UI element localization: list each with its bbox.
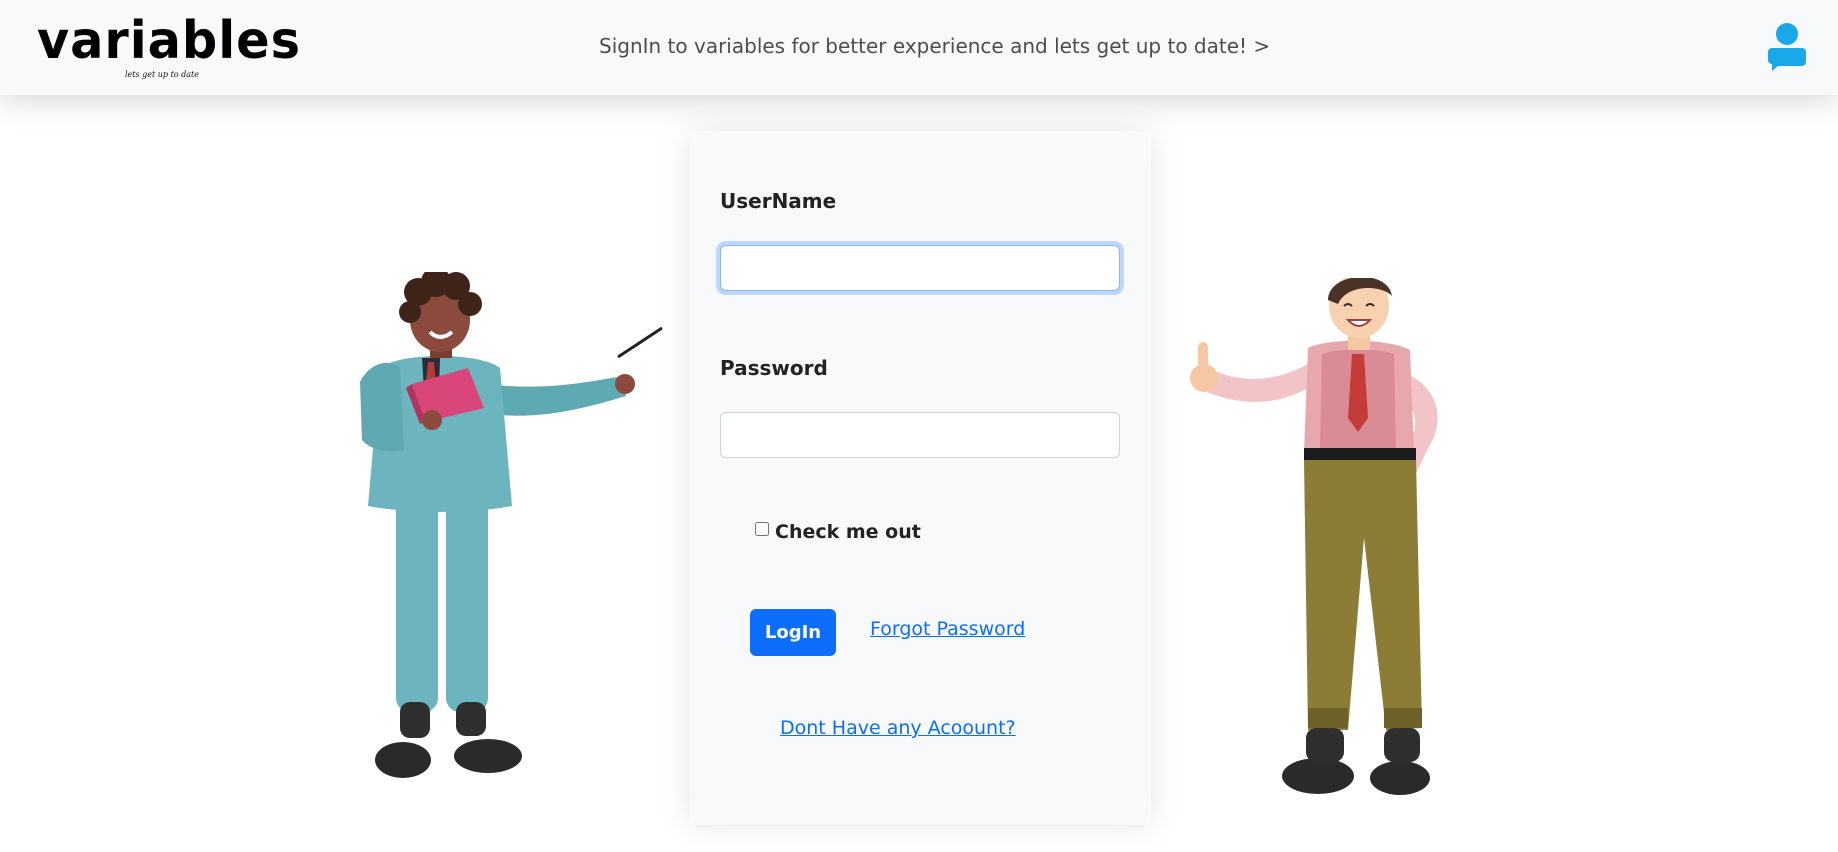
password-input[interactable] (720, 412, 1120, 458)
check-me-out-label[interactable]: Check me out (775, 521, 921, 543)
username-label: UserName (720, 189, 837, 213)
remember-me-row: Check me out (755, 521, 921, 543)
teacher-with-pointer-illustration (360, 267, 680, 792)
top-navbar: variables lets get up to date SignIn to … (0, 0, 1838, 95)
check-me-out-checkbox[interactable] (755, 522, 769, 536)
password-label: Password (720, 356, 828, 380)
brand-logo[interactable]: variables lets get up to date (37, 10, 315, 79)
user-icon[interactable] (1768, 22, 1806, 72)
login-card: UserName Password Check me out LogIn For… (690, 131, 1151, 825)
login-button[interactable]: LogIn (750, 609, 836, 656)
man-thumbs-up-illustration (1188, 274, 1488, 798)
brand-tagline: lets get up to date (125, 70, 199, 79)
register-link[interactable]: Dont Have any Acoount? (780, 717, 1016, 739)
brand-name: variables (37, 11, 301, 71)
signin-prompt-link[interactable]: SignIn to variables for better experienc… (599, 34, 1270, 58)
forgot-password-link[interactable]: Forgot Password (870, 618, 1025, 640)
username-input[interactable] (720, 245, 1120, 291)
